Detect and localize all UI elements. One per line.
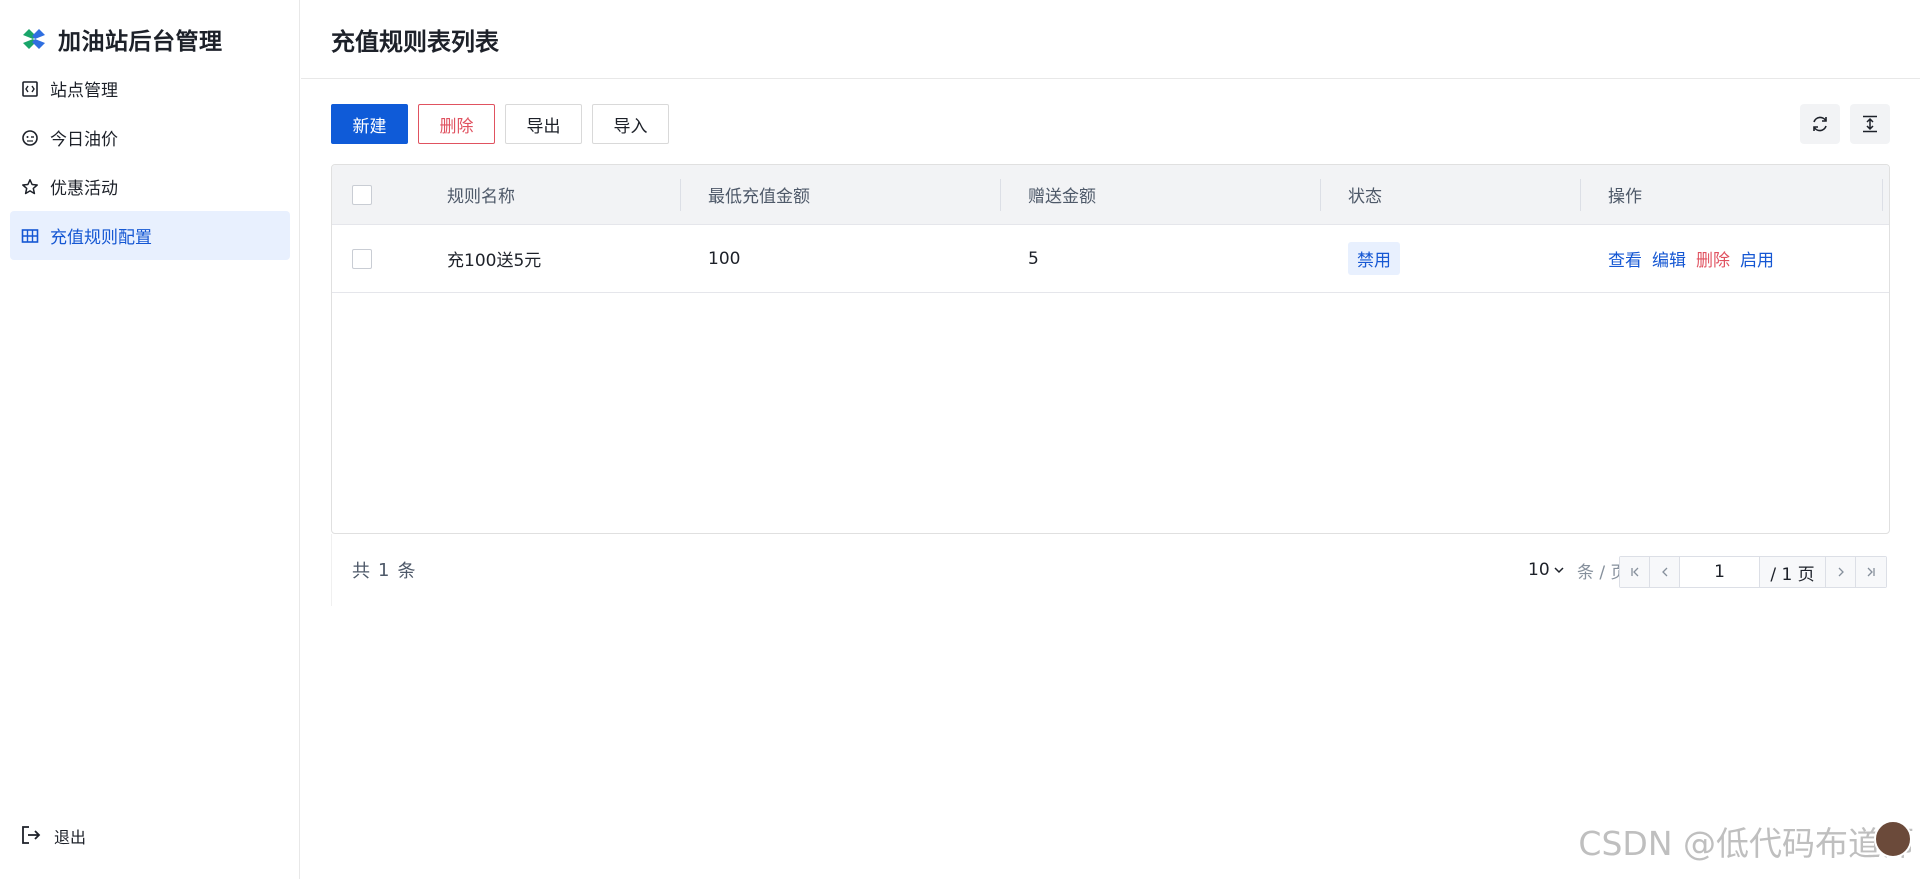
sidebar: 加油站后台管理 站点管理 今日油价 优惠活动 充值规则配置 退出 <box>0 0 300 879</box>
view-link[interactable]: 查看 <box>1608 246 1642 271</box>
cell-status: 禁用 <box>1348 225 1400 292</box>
column-divider <box>1580 179 1581 211</box>
station-icon <box>20 79 40 99</box>
delete-button[interactable]: 删除 <box>418 104 495 144</box>
page-title: 充值规则表列表 <box>331 27 499 56</box>
chevron-down-icon <box>1554 567 1564 574</box>
row-checkbox-cell <box>352 225 372 292</box>
column-divider <box>680 179 681 211</box>
row-checkbox[interactable] <box>352 248 372 269</box>
fuel-price-icon <box>20 128 40 148</box>
delete-link[interactable]: 删除 <box>1696 246 1730 271</box>
total-value: 1 <box>378 559 390 581</box>
next-page-button[interactable] <box>1826 557 1856 587</box>
table-header: 规则名称 最低充值金额 赠送金额 状态 操作 <box>332 165 1889 225</box>
cell-actions: 查看 编辑 删除 启用 <box>1608 225 1784 292</box>
table-tools <box>1790 104 1890 144</box>
brand: 加油站后台管理 <box>20 24 223 55</box>
grid-icon <box>20 226 40 246</box>
column-height-icon <box>1863 115 1877 133</box>
status-badge: 禁用 <box>1348 242 1400 275</box>
sidebar-item-recharge-rules[interactable]: 充值规则配置 <box>10 211 290 260</box>
sidebar-item-label: 优惠活动 <box>50 179 118 199</box>
rules-table: 规则名称 最低充值金额 赠送金额 状态 操作 充100送5元 100 5 禁用 … <box>331 164 1890 534</box>
star-icon <box>20 177 40 197</box>
chevron-left-icon <box>1661 567 1667 577</box>
cell-rule-name: 充100送5元 <box>447 251 542 271</box>
sidebar-item-promotions[interactable]: 优惠活动 <box>10 162 290 211</box>
header-status[interactable]: 状态 <box>1348 165 1382 224</box>
page-size-select[interactable]: 10 <box>1528 534 1565 606</box>
sidebar-item-label: 站点管理 <box>50 81 118 101</box>
first-page-button[interactable] <box>1620 557 1650 587</box>
main-content: 充值规则表列表 新建 删除 导出 导入 规则名称 最低充值金额 赠送金额 状态 … <box>301 0 1920 879</box>
sidebar-item-label: 充值规则配置 <box>50 228 152 248</box>
header-min-amount[interactable]: 最低充值金额 <box>708 165 810 224</box>
first-page-icon <box>1630 567 1638 577</box>
cell-bonus: 5 <box>1028 248 1039 269</box>
logout-icon <box>20 824 44 848</box>
total-pages: / 1 页 <box>1760 557 1826 587</box>
header-rule-name[interactable]: 规则名称 <box>447 165 515 224</box>
pager: / 1 页 <box>1619 556 1887 588</box>
logout-label: 退出 <box>54 828 87 847</box>
sidebar-item-fuel-price[interactable]: 今日油价 <box>10 113 290 162</box>
cell-min-amount: 100 <box>708 248 741 269</box>
column-height-button[interactable] <box>1850 104 1890 144</box>
select-all-checkbox[interactable] <box>352 184 372 205</box>
total-suffix: 条 <box>397 561 416 582</box>
sidebar-item-stations[interactable]: 站点管理 <box>10 64 290 113</box>
logout-button[interactable]: 退出 <box>20 824 86 848</box>
page-size-value: 10 <box>1528 560 1550 580</box>
column-divider <box>1320 179 1321 211</box>
header-checkbox-cell <box>352 165 372 224</box>
avatar <box>1874 820 1912 858</box>
new-button[interactable]: 新建 <box>331 104 408 144</box>
total-prefix: 共 <box>352 561 370 582</box>
page-number-input[interactable] <box>1680 557 1760 587</box>
last-page-button[interactable] <box>1856 557 1886 587</box>
column-divider <box>1000 179 1001 211</box>
toolbar: 新建 删除 导出 导入 <box>331 104 679 144</box>
refresh-icon <box>1813 116 1827 132</box>
prev-page-button[interactable] <box>1650 557 1680 587</box>
logo-icon <box>23 29 45 49</box>
header-bonus[interactable]: 赠送金额 <box>1028 165 1096 224</box>
last-page-icon <box>1867 567 1875 577</box>
refresh-button[interactable] <box>1800 104 1840 144</box>
table-footer: 共 1 条 10 条 / 页 / 1 页 <box>331 534 1890 606</box>
app-title: 加油站后台管理 <box>58 29 223 55</box>
sidebar-item-label: 今日油价 <box>50 130 118 150</box>
chevron-right-icon <box>1838 567 1844 577</box>
import-button[interactable]: 导入 <box>592 104 669 144</box>
page-header: 充值规则表列表 <box>301 0 1920 79</box>
watermark: CSDN @低代码布道师 <box>1578 824 1914 863</box>
edit-link[interactable]: 编辑 <box>1652 246 1686 271</box>
enable-link[interactable]: 启用 <box>1740 246 1774 271</box>
header-actions: 操作 <box>1608 187 1642 207</box>
column-divider <box>1882 179 1883 211</box>
table-row: 充100送5元 100 5 禁用 查看 编辑 删除 启用 <box>332 225 1889 293</box>
export-button[interactable]: 导出 <box>505 104 582 144</box>
total-count: 共 1 条 <box>352 534 423 606</box>
sidebar-menu: 站点管理 今日油价 优惠活动 充值规则配置 <box>10 64 290 260</box>
